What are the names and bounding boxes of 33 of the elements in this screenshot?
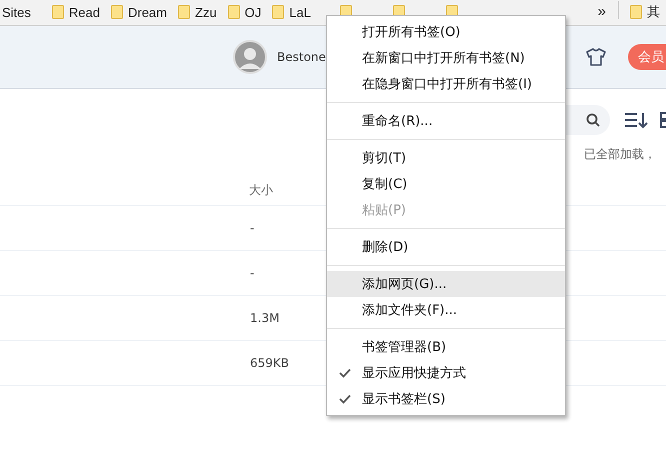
grid-icon[interactable] xyxy=(660,111,666,129)
menu-item[interactable]: 打开所有书签(O) xyxy=(327,19,565,45)
folder-icon xyxy=(630,5,642,19)
menu-item[interactable]: 显示书签栏(S) xyxy=(327,386,565,412)
menu-item[interactable]: 在新窗口中打开所有书签(N) xyxy=(327,45,565,71)
bookmark[interactable]: 其 xyxy=(625,1,666,21)
bookmark[interactable]: Dream xyxy=(106,1,173,21)
menu-item[interactable]: 添加网页(G)... xyxy=(327,271,565,297)
menu-item[interactable]: 剪切(T) xyxy=(327,145,565,171)
sort-icon[interactable] xyxy=(624,111,648,129)
overflow-button[interactable]: » xyxy=(592,1,612,20)
menu-item[interactable]: 复制(C) xyxy=(327,171,565,197)
menu-item[interactable]: 添加文件夹(F)... xyxy=(327,297,565,323)
column-header[interactable]: 大小 xyxy=(249,182,273,198)
table-cell: - xyxy=(250,266,254,280)
bookmark[interactable]: LaL xyxy=(267,1,330,21)
table-cell: 1.3M xyxy=(250,311,280,325)
menu-item[interactable]: 删除(D) xyxy=(327,234,565,260)
search-icon xyxy=(586,113,600,127)
menu-item[interactable]: 重命名(R)... xyxy=(327,108,565,134)
t-shirt-icon[interactable] xyxy=(586,48,606,66)
load-status: 已全部加载， xyxy=(584,146,656,163)
bookmark[interactable]: OJ xyxy=(222,1,268,21)
table-cell: 659KB xyxy=(250,356,290,370)
menu-item[interactable]: 书签管理器(B) xyxy=(327,334,565,360)
bookmark[interactable]: Zzu xyxy=(173,1,223,21)
bookmark[interactable]: Sites xyxy=(0,1,47,21)
bookmark[interactable]: Read xyxy=(46,1,106,21)
user-name[interactable]: Bestone xyxy=(277,50,326,64)
menu-item[interactable]: 显示应用快捷方式 xyxy=(327,360,565,386)
table-cell: - xyxy=(250,221,254,235)
menu-item[interactable]: 在隐身窗口中打开所有书签(I) xyxy=(327,71,565,97)
avatar[interactable] xyxy=(233,40,267,74)
